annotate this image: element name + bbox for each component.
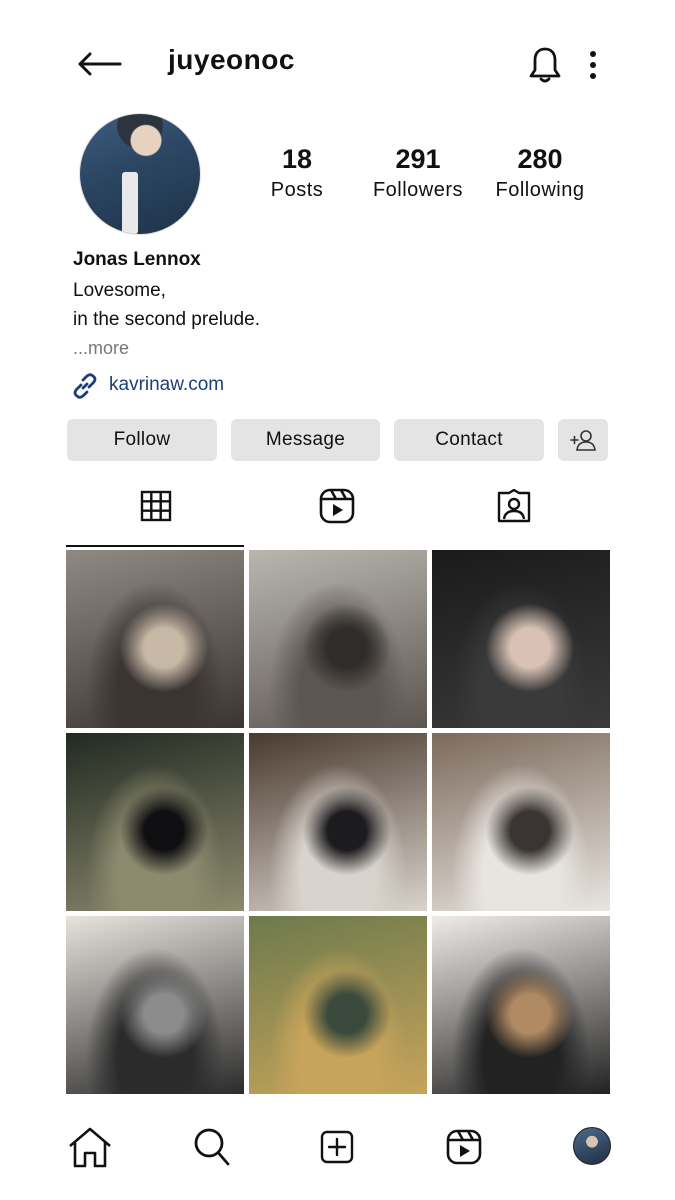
profile-website-link[interactable]: kavrinaw.com <box>109 374 224 396</box>
profile-avatar-large[interactable] <box>79 113 201 235</box>
post-woman-painting[interactable] <box>249 916 427 1094</box>
nav-reels[interactable] <box>442 1125 486 1169</box>
stat-followers-label: Followers <box>372 179 464 201</box>
stat-following-label: Following <box>495 179 585 201</box>
arrow-left-icon <box>78 52 122 76</box>
tagged-icon <box>497 489 531 523</box>
bell-icon <box>529 47 561 83</box>
stat-followers-value: 291 <box>395 144 441 174</box>
active-tab-indicator <box>66 545 244 547</box>
post-woman-holding-art[interactable] <box>432 916 610 1094</box>
stat-posts[interactable]: 18 Posts <box>252 144 342 202</box>
profile-username: juyeonoc <box>168 44 295 75</box>
tab-tagged[interactable] <box>489 487 539 525</box>
more-options-button[interactable] <box>580 46 606 84</box>
reels-icon <box>446 1129 482 1165</box>
contact-button[interactable]: Contact <box>394 419 544 461</box>
bio-line-1: Lovesome, <box>73 280 166 301</box>
nav-create[interactable] <box>316 1125 358 1169</box>
stat-following-value: 280 <box>517 144 563 174</box>
back-button[interactable] <box>74 44 124 84</box>
notifications-button[interactable] <box>524 44 566 86</box>
nav-search[interactable] <box>190 1125 234 1169</box>
link-icon <box>70 371 100 401</box>
reels-icon <box>319 488 355 524</box>
stat-posts-label: Posts <box>270 179 324 201</box>
bio-line-2: in the second prelude. <box>73 309 260 330</box>
nav-home[interactable] <box>66 1125 114 1169</box>
search-icon <box>194 1128 230 1166</box>
grid-icon <box>140 490 172 522</box>
tab-grid[interactable] <box>131 487 181 525</box>
post-woman-dark-dress[interactable] <box>432 550 610 728</box>
message-button[interactable]: Message <box>231 419 380 461</box>
post-paris-street-signs[interactable] <box>249 550 427 728</box>
more-vertical-icon <box>590 51 596 79</box>
home-icon <box>69 1127 111 1168</box>
post-woman-gallery[interactable] <box>66 916 244 1094</box>
post-friends-bar[interactable] <box>249 733 427 911</box>
post-couple-closeup[interactable] <box>432 733 610 911</box>
profile-display-name: Jonas Lennox <box>73 249 201 270</box>
bio-more-link[interactable]: ...more <box>73 338 129 359</box>
posts-grid <box>66 550 610 1095</box>
post-night-couple-walk[interactable] <box>66 733 244 911</box>
stat-followers[interactable]: 291 Followers <box>360 144 476 202</box>
follow-button[interactable]: Follow <box>67 419 217 461</box>
bottom-navigation <box>0 1105 675 1200</box>
tab-reels[interactable] <box>312 487 362 525</box>
post-street-man-coat[interactable] <box>66 550 244 728</box>
add-user-button[interactable] <box>558 419 608 461</box>
stat-following[interactable]: 280 Following <box>484 144 596 202</box>
nav-profile-avatar[interactable] <box>573 1127 611 1165</box>
create-icon <box>320 1130 354 1164</box>
add-user-icon <box>570 430 596 451</box>
stat-posts-value: 18 <box>281 144 313 174</box>
